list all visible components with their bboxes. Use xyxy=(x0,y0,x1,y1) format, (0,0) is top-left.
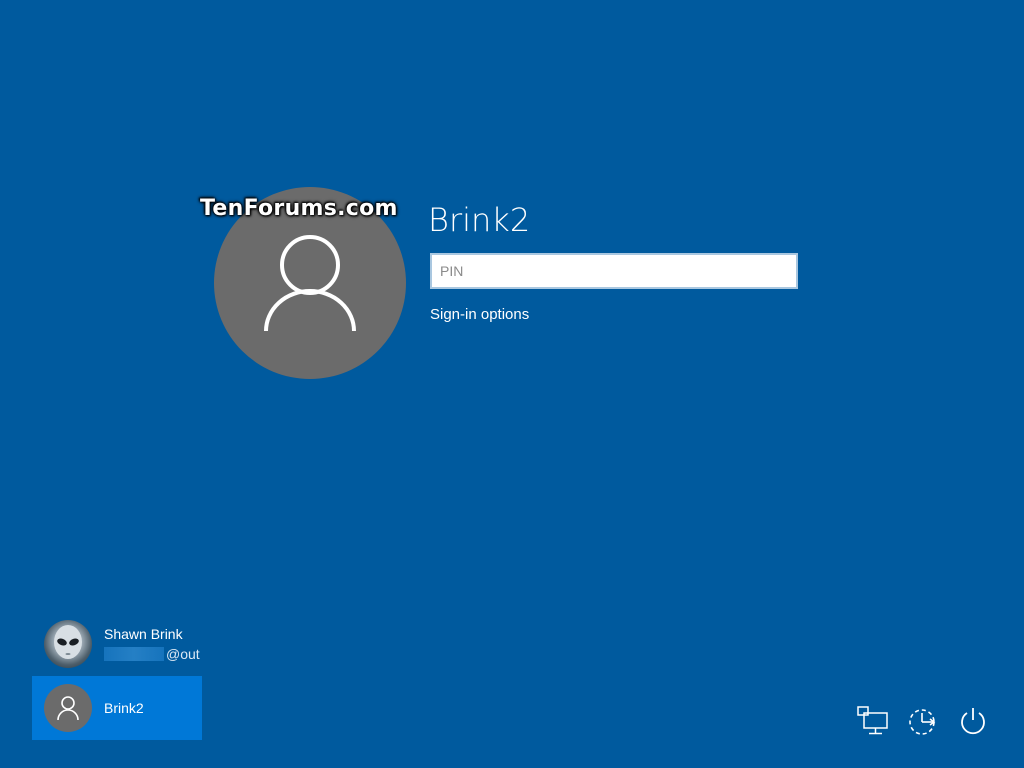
user-icon xyxy=(57,696,79,721)
ease-of-access-icon xyxy=(909,709,936,735)
ease-of-access-button[interactable] xyxy=(906,704,940,738)
system-icons xyxy=(856,704,990,738)
user-name: Shawn Brink xyxy=(104,626,183,642)
alien-avatar xyxy=(44,620,92,668)
current-username: Brink2 xyxy=(428,201,531,239)
user-name: Brink2 xyxy=(104,700,144,716)
power-icon xyxy=(961,708,985,735)
lock-screen: TenForums.com Brink2 Sign-in options Sha… xyxy=(0,0,1024,768)
network-button[interactable] xyxy=(856,704,890,738)
user-avatar-small xyxy=(44,684,92,732)
network-icon xyxy=(857,706,888,735)
power-button[interactable] xyxy=(956,704,990,738)
sign-in-options-link[interactable]: Sign-in options xyxy=(430,306,529,323)
user-tile-brink2[interactable]: Brink2 xyxy=(32,676,202,740)
pin-input[interactable] xyxy=(430,253,798,289)
user-list: Shawn Brink @out Brink2 xyxy=(32,612,202,740)
redacted-email xyxy=(104,647,164,661)
alien-icon xyxy=(54,625,82,659)
user-icon xyxy=(264,235,356,332)
user-email: @out xyxy=(104,644,200,664)
watermark: TenForums.com xyxy=(200,196,398,221)
email-suffix: @out xyxy=(166,646,200,662)
user-tile-shawn-brink[interactable]: Shawn Brink @out xyxy=(32,612,202,676)
